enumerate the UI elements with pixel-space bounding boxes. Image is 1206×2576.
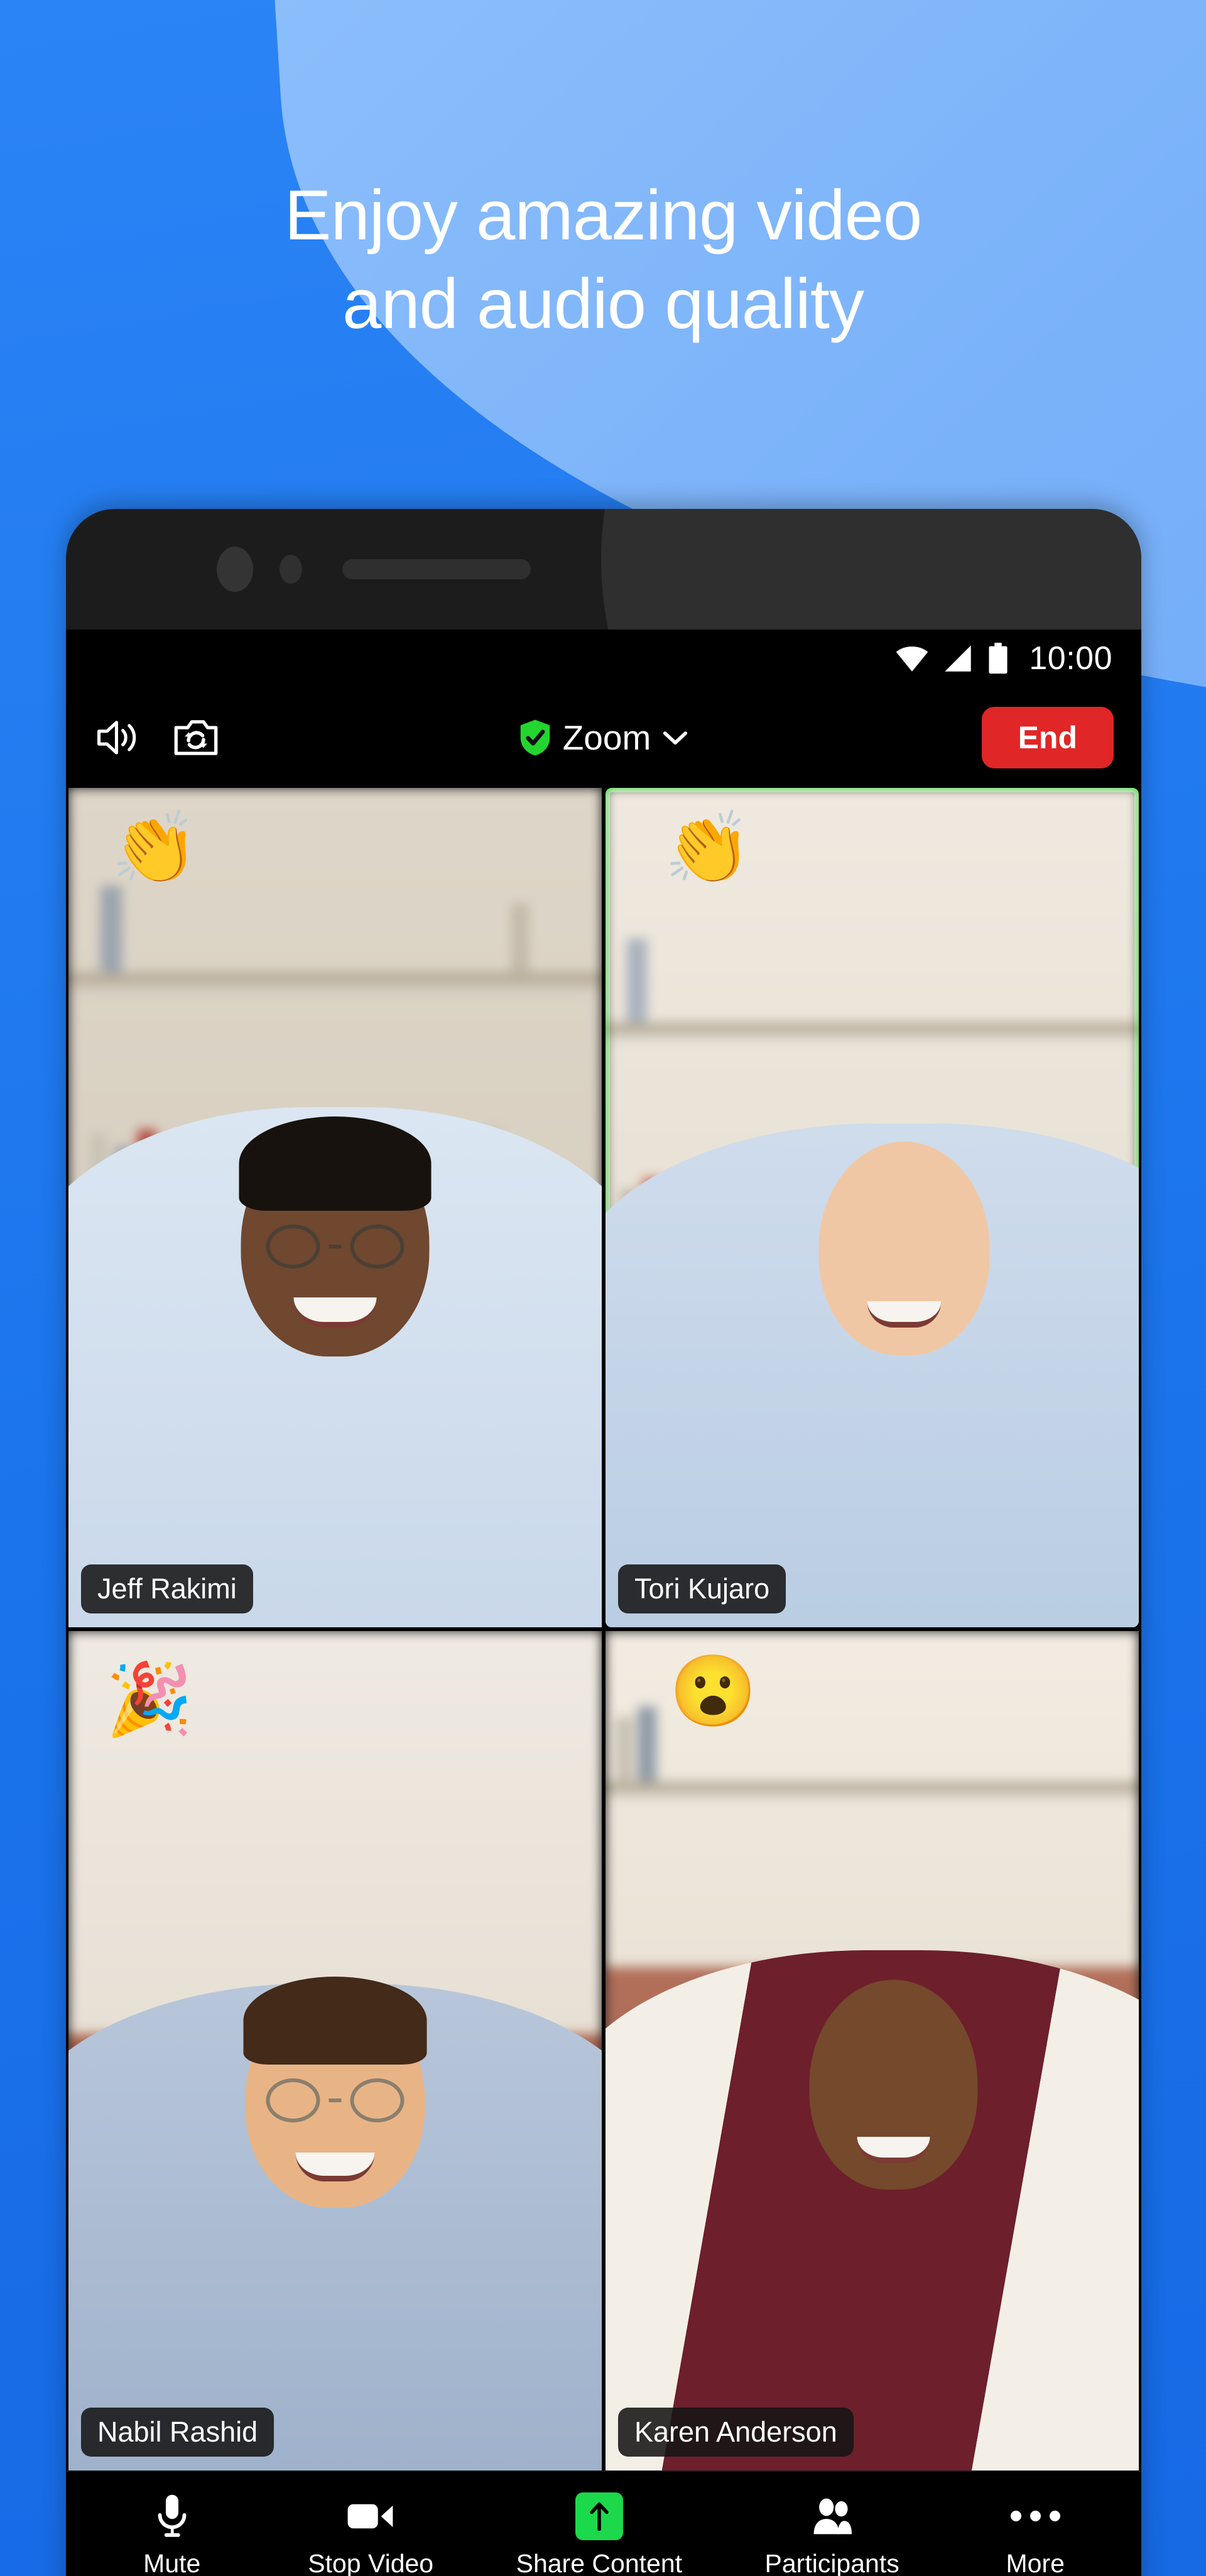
participant-name-chip: Karen Anderson (618, 2408, 854, 2457)
phone-bezel-top (66, 509, 1141, 630)
meeting-control-bar: Mute Stop Video Share Content Participan… (66, 2470, 1141, 2576)
shield-check-icon (520, 719, 550, 756)
wifi-icon (896, 647, 928, 672)
control-label: Mute (143, 2548, 201, 2576)
meeting-toolbar-right: End (981, 707, 1114, 768)
reaction-emoji: 😮 (669, 1652, 758, 1731)
switch-camera-icon[interactable] (173, 716, 219, 760)
status-bar-icons (894, 643, 1010, 674)
earpiece-speaker-icon (342, 559, 531, 579)
mute-button[interactable]: Mute (119, 2493, 225, 2576)
video-grid: 👏 Jeff Rakimi 👏 Tori Kujaro 🎉 Nabil Rash… (66, 788, 1141, 2470)
stop-video-button[interactable]: Stop Video (308, 2493, 433, 2576)
front-camera-icon (217, 547, 253, 592)
end-meeting-button[interactable]: End (981, 707, 1114, 768)
video-tile-participant[interactable]: 😮 Karen Anderson (606, 1631, 1139, 2470)
chevron-down-icon[interactable] (662, 728, 688, 747)
microphone-icon (154, 2493, 190, 2540)
android-status-bar: 10:00 (66, 630, 1141, 687)
video-tile-participant[interactable]: 🎉 Nabil Rashid (68, 1631, 602, 2470)
status-bar-clock: 10:00 (1029, 640, 1112, 677)
control-label: Stop Video (308, 2548, 434, 2576)
phone-screen: 10:00 Zoom End 👏 Jeff Rakimi 👏 Tori Kuja… (66, 630, 1141, 2576)
video-feed (606, 1631, 1139, 2470)
meeting-toolbar-left (94, 716, 219, 760)
battery-icon (989, 643, 1008, 674)
participant-name-chip: Nabil Rashid (81, 2408, 274, 2457)
sensor-dot-icon (280, 555, 302, 584)
participants-button[interactable]: Participants (765, 2493, 899, 2576)
speaker-volume-icon[interactable] (94, 717, 143, 758)
participant-name-chip: Jeff Rakimi (81, 1564, 253, 1613)
more-ellipsis-icon (1010, 2493, 1060, 2540)
reaction-emoji: 🎉 (106, 1660, 193, 1739)
meeting-title-group[interactable]: Zoom (66, 718, 1141, 758)
promo-screenshot-root: Enjoy amazing video and audio quality 10… (0, 0, 1206, 2576)
control-label: Share Content (516, 2548, 683, 2576)
share-arrow-up-icon (575, 2492, 623, 2540)
promo-headline: Enjoy amazing video and audio quality (284, 176, 922, 344)
control-label: More (1006, 2548, 1065, 2576)
phone-device-frame: 10:00 Zoom End 👏 Jeff Rakimi 👏 Tori Kuja… (66, 509, 1141, 2576)
meeting-title: Zoom (562, 718, 651, 757)
participant-name-chip: Tori Kujaro (618, 1564, 786, 1613)
cellular-signal-icon (945, 645, 972, 672)
meeting-top-toolbar: Zoom End (66, 687, 1141, 788)
video-tile-participant-active[interactable]: 👏 Tori Kujaro (606, 788, 1139, 1627)
video-feed (606, 788, 1139, 1627)
reaction-emoji: 👏 (111, 809, 199, 888)
video-tile-participant[interactable]: 👏 Jeff Rakimi (68, 788, 602, 1627)
participants-people-icon (808, 2493, 857, 2540)
control-label: Participants (764, 2548, 899, 2576)
share-content-button[interactable]: Share Content (516, 2492, 683, 2576)
more-button[interactable]: More (982, 2493, 1089, 2576)
video-feed (68, 1631, 602, 2470)
reaction-emoji: 👏 (664, 809, 752, 888)
video-feed (68, 788, 602, 1627)
video-camera-icon (346, 2493, 395, 2540)
